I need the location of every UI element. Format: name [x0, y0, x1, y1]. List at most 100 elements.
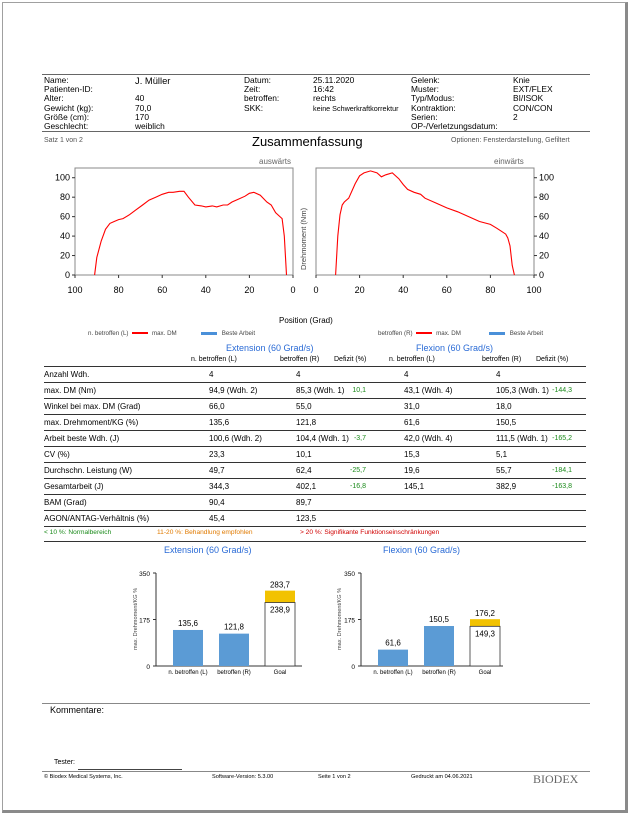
bar-category-label: n. betroffen (L) — [168, 670, 207, 676]
bar — [378, 649, 408, 666]
row-cell-e-l: 45,4 — [209, 514, 225, 523]
row-cell-e-r: 402,1 — [296, 482, 317, 491]
row-cell-f-r: 150,5 — [496, 418, 517, 427]
chart-title: einwärts — [494, 157, 524, 166]
col-flex-l: n. betroffen (L) — [389, 356, 435, 363]
legend-left-bestwork: Beste Arbeit — [221, 330, 256, 337]
row-cell-e-r: 85,3 (Wdh. 1) — [296, 386, 345, 395]
session-affected: rechts — [313, 93, 336, 104]
legend-normal: < 10 %: Normalbereich — [44, 529, 112, 536]
row-cell-f-l: 31,0 — [404, 402, 420, 411]
table-row: max. DM (Nm) 94,9 (Wdh. 2) 85,3 (Wdh. 1) 10… — [44, 383, 586, 399]
table-row: Winkel bei max. DM (Grad) 66,0 55,0 31,0 18,… — [44, 399, 586, 415]
x-tick-label: 100 — [526, 285, 541, 295]
plot-frame — [315, 167, 535, 276]
row-cell-e-l: 94,9 (Wdh. 2) — [209, 386, 258, 395]
goal-category-label: Goal — [479, 670, 492, 676]
row-cell-f-d: -163,8 — [552, 483, 572, 490]
torque-x-axis-label: Position (Grad) — [279, 316, 333, 325]
legend-right-best: Beste Arbeit — [489, 330, 543, 337]
legend-treatment: 11-20 %: Behandlung empfohlen — [157, 529, 253, 536]
bar-value-label: 150,5 — [429, 615, 450, 624]
row-cell-e-l: 66,0 — [209, 402, 225, 411]
row-cell-e-l: 135,6 — [209, 418, 230, 427]
header-bottom-rule — [42, 131, 590, 132]
print-date: Gedruckt am 04.06.2021 — [411, 774, 473, 780]
row-cell-e-d: -3,7 — [353, 435, 366, 442]
row-label: Arbeit beste Wdh. (J) — [44, 434, 120, 443]
x-tick-label: 80 — [485, 285, 495, 295]
legend-right-bestwork: Beste Arbeit — [509, 330, 544, 337]
y-tick-label: 175 — [139, 618, 150, 625]
row-cell-e-r: 104,4 (Wdh. 1) — [296, 434, 349, 443]
x-tick-label: 40 — [201, 285, 211, 295]
legend-red-line — [132, 332, 149, 335]
legend-red-line-right — [416, 332, 433, 335]
x-tick-label: 60 — [442, 285, 452, 295]
y-tick-label: 60 — [60, 212, 70, 222]
row-cell-f-r: 5,1 — [496, 450, 508, 459]
legend-left-maxdm: max. DM — [151, 330, 177, 337]
row-cell-f-r: 105,3 (Wdh. 1) — [496, 386, 549, 395]
row-cell-f-r: 4 — [496, 370, 501, 379]
row-cell-e-l: 90,4 — [209, 498, 225, 507]
bar-chart-title: Extension (60 Grad/s) — [164, 545, 252, 555]
skk-label: SKK: — [244, 102, 264, 113]
y-tick-label: 100 — [539, 173, 554, 183]
bar-category-label: n. betroffen (L) — [373, 670, 412, 676]
x-tick-label: 100 — [67, 285, 82, 295]
table-row: Anzahl Wdh. 4 4 4 4 — [44, 367, 586, 383]
torque-curve — [94, 190, 288, 276]
y-tick-label: 0 — [146, 664, 150, 671]
plot-frame — [74, 167, 294, 276]
torque-y-axis-label: Drehmoment (Nm) — [299, 207, 308, 270]
y-tick-label: 350 — [139, 571, 150, 578]
bar-chart-title: Flexion (60 Grad/s) — [383, 545, 460, 555]
x-tick-label: 20 — [244, 285, 254, 295]
x-tick-label: 0 — [290, 285, 295, 295]
op-label: OP-/Verletzungsdatum: — [411, 120, 498, 131]
table-row: Arbeit beste Wdh. (J) 100,6 (Wdh. 2) 104,4… — [44, 431, 586, 447]
options-text: Optionen: Fensterdarstellung, Gefiltert — [451, 137, 570, 144]
row-cell-f-l: 42,0 (Wdh. 4) — [404, 434, 453, 443]
row-cell-e-r: 10,1 — [296, 450, 312, 459]
goal-top-label: 176,2 — [475, 609, 496, 618]
col-ext-l: n. betroffen (L) — [191, 356, 237, 363]
table-row: Durchschn. Leistung (W) 49,7 62,4 -25,7 19,6… — [44, 463, 586, 479]
patient-labels: Name: Patienten-ID: Alter: Gewicht (kg):… — [44, 75, 93, 131]
col-ext-r: betroffen (R) — [280, 356, 320, 363]
table-flex-head: Flexion (60 Grad/s) — [416, 343, 494, 353]
col-flex-r: betroffen (R) — [482, 356, 522, 363]
table-row: AGON/ANTAG-Verhältnis (%) 45,4 123,5 — [44, 511, 586, 527]
row-cell-f-l: 4 — [404, 370, 409, 379]
row-separator — [44, 526, 586, 527]
joint-labels: Gelenk: Muster: Typ/Modus: Kontraktion: … — [411, 75, 498, 131]
row-cell-f-r: 382,9 — [496, 482, 517, 491]
legend-blue-line — [201, 331, 217, 335]
row-label: Winkel bei max. DM (Grad) — [44, 402, 141, 411]
legend-left: n. betroffen (L) max. DM — [88, 330, 177, 337]
bar-chart-extension: Extension (60 Grad/s) 350 175 0 max. Drehmom… — [133, 545, 302, 676]
x-tick-label: 20 — [355, 285, 365, 295]
bar — [424, 626, 454, 666]
goal-bar-top — [265, 590, 295, 603]
bar-value-label: 121,8 — [224, 623, 245, 632]
row-label: BAM (Grad) — [44, 498, 87, 507]
legend-right-maxdm: max. DM — [436, 330, 461, 337]
legend-significant: > 20 %: Signifikante Funktionseinschränk… — [300, 529, 440, 536]
y-tick-label: 0 — [65, 270, 70, 280]
col-flex-d: Defizit (%) — [536, 356, 569, 363]
row-cell-f-l: 19,6 — [404, 466, 420, 475]
comments-label: Kommentare: — [50, 705, 105, 715]
row-cell-e-l: 344,3 — [209, 482, 230, 491]
torque-chart-left: auswärts 100 80 60 40 20 0 100 80 60 40 20 0 — [55, 157, 296, 295]
software-version: Software-Version: 5.3.00 — [212, 774, 274, 780]
session-skk: keine Schwerkraftkorrektur — [313, 103, 399, 113]
row-cell-e-r: 55,0 — [296, 402, 312, 411]
bar-charts: Extension (60 Grad/s) 350 175 0 max. Drehmom… — [133, 545, 503, 676]
row-cell-f-d: -144,3 — [552, 387, 572, 394]
chart-title: auswärts — [259, 157, 291, 166]
row-cell-e-l: 4 — [209, 370, 214, 379]
sex-label: Geschlecht: — [44, 120, 89, 131]
row-cell-e-r: 4 — [296, 370, 301, 379]
